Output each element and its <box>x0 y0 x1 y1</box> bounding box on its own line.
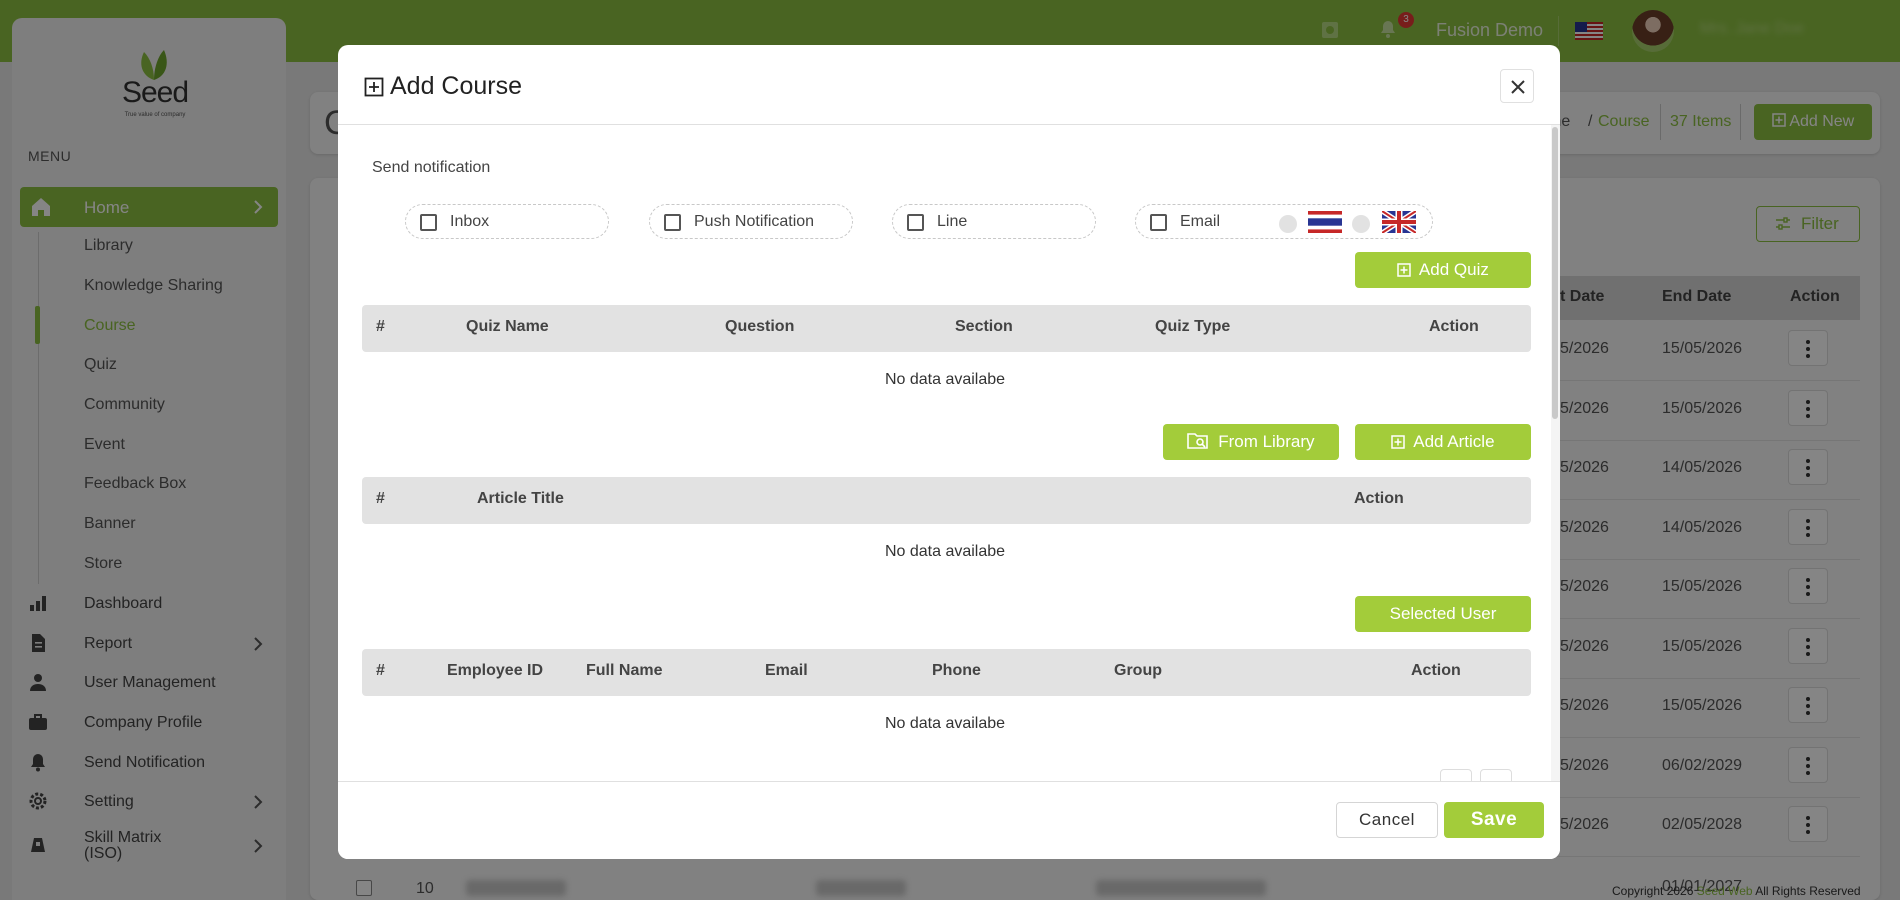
modal-header: Add Course <box>338 45 1560 125</box>
quiz-column-name: Quiz Name <box>466 318 549 335</box>
article-column-title: Article Title <box>477 490 564 507</box>
quiz-empty-message: No data availabe <box>884 371 1006 388</box>
add-article-label: Add Article <box>1413 432 1495 451</box>
plus-square-icon <box>1397 263 1411 277</box>
checkbox-box[interactable] <box>420 214 437 231</box>
uk-flag-icon[interactable] <box>1382 211 1416 233</box>
english-language-radio[interactable] <box>1352 215 1370 233</box>
quiz-column-type: Quiz Type <box>1155 318 1231 335</box>
checkbox-box[interactable] <box>664 214 681 231</box>
user-column-group: Group <box>1114 662 1162 679</box>
checkbox-label: Inbox <box>450 213 490 230</box>
cancel-button[interactable]: Cancel <box>1336 802 1438 838</box>
quiz-column-action: Action <box>1429 318 1479 335</box>
modal-title: Add Course <box>390 72 523 100</box>
article-column-action: Action <box>1354 490 1404 507</box>
send-notification-label: Send notification <box>372 159 491 176</box>
selected-user-button[interactable]: Selected User <box>1355 596 1531 632</box>
from-library-button[interactable]: From Library <box>1163 424 1339 460</box>
add-quiz-label: Add Quiz <box>1418 260 1489 279</box>
quiz-column-question: Question <box>725 318 795 335</box>
thai-flag-icon[interactable] <box>1308 211 1342 233</box>
user-column-email: Email <box>765 662 808 679</box>
from-library-label: From Library <box>1218 432 1315 451</box>
checkbox-box[interactable] <box>1150 214 1167 231</box>
user-empty-message: No data availabe <box>884 715 1006 732</box>
quiz-column-number: # <box>376 318 385 335</box>
article-empty-message: No data availabe <box>884 543 1006 560</box>
quiz-column-section: Section <box>955 318 1013 335</box>
user-column-action: Action <box>1411 662 1461 679</box>
checkbox-label: Push Notification <box>694 213 815 230</box>
add-course-modal: Add Course Send notification Inbox Push … <box>338 45 1560 859</box>
plus-square-icon <box>364 77 384 97</box>
selected-user-label: Selected User <box>1389 604 1497 623</box>
folder-search-icon <box>1187 433 1209 449</box>
inbox-checkbox[interactable]: Inbox <box>405 204 609 239</box>
user-column-phone: Phone <box>932 662 981 679</box>
close-icon <box>1511 80 1525 94</box>
line-checkbox[interactable]: Line <box>892 204 1096 239</box>
user-column-employee-id: Employee ID <box>447 662 544 679</box>
plus-square-icon <box>1391 435 1406 449</box>
email-checkbox[interactable]: Email <box>1135 204 1433 239</box>
close-button[interactable] <box>1500 69 1534 103</box>
checkbox-box[interactable] <box>907 214 924 231</box>
thai-language-radio[interactable] <box>1279 215 1297 233</box>
save-button[interactable]: Save <box>1444 802 1544 838</box>
user-column-full-name: Full Name <box>586 662 663 679</box>
modal-scrollbar-thumb[interactable] <box>1552 127 1558 419</box>
push-notification-checkbox[interactable]: Push Notification <box>649 204 853 239</box>
checkbox-label: Email <box>1180 213 1221 230</box>
user-column-number: # <box>376 662 385 679</box>
add-quiz-button[interactable]: Add Quiz <box>1355 252 1531 288</box>
article-column-number: # <box>376 490 385 507</box>
add-article-button[interactable]: Add Article <box>1355 424 1531 460</box>
checkbox-label: Line <box>937 213 968 230</box>
